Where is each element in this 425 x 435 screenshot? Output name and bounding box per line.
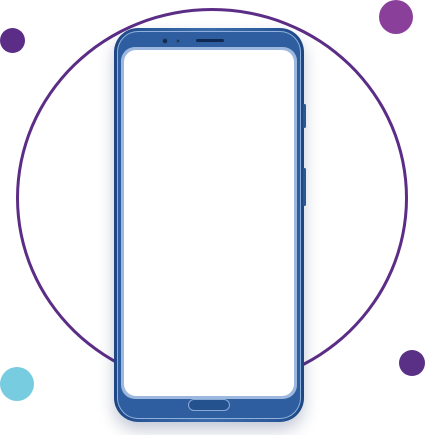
camera-icon [162,38,168,44]
decorative-dot-bottom-left [0,367,34,401]
side-button [303,104,306,128]
volume-button [303,168,306,206]
speaker-grille [196,39,224,42]
home-button-icon [188,399,230,411]
smartphone-icon [114,28,306,422]
illustration-stage [0,0,425,435]
sensor-icon [176,39,180,43]
phone-screen [124,50,294,396]
decorative-dot-top-left [0,28,25,53]
decorative-dot-bottom-right [399,350,425,376]
decorative-dot-top-right [379,0,413,34]
